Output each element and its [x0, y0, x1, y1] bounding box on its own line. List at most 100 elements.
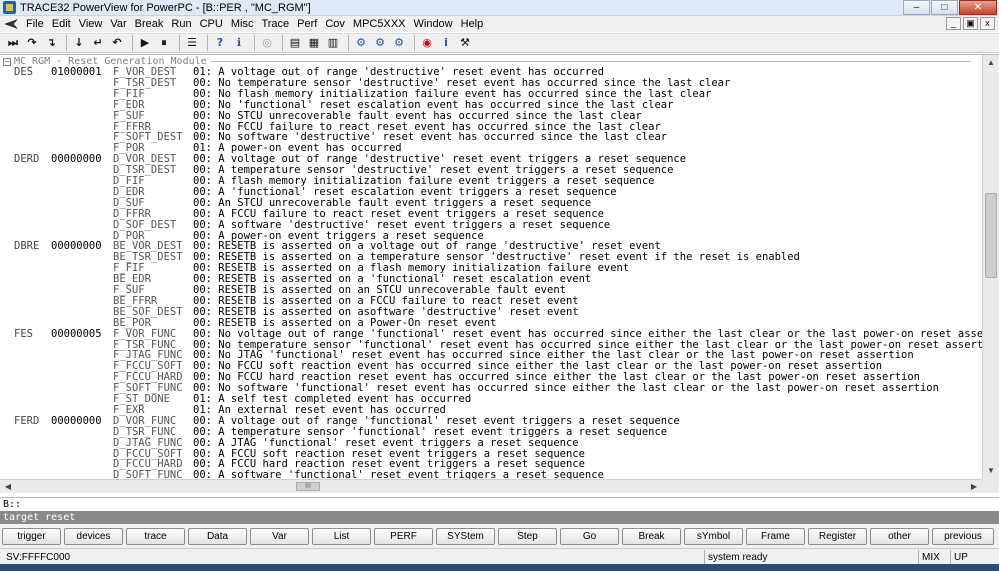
scroll-up-icon[interactable]: ▲ [983, 55, 999, 71]
up-level-icon[interactable]: ↶ [109, 35, 125, 51]
register-row[interactable]: F_ST_DONE 01: A self test completed event… [0, 394, 982, 405]
toolbar-separator [348, 35, 349, 51]
softkey-system[interactable]: SYStem [436, 528, 495, 545]
list-icon[interactable]: ☰ [184, 35, 200, 51]
taskbar-edge [0, 564, 999, 571]
menu-perf[interactable]: Perf [293, 16, 321, 32]
stop-icon[interactable]: ◉ [419, 35, 435, 51]
step-over-icon[interactable]: ↷ [24, 35, 40, 51]
softkey-list[interactable]: List [312, 528, 371, 545]
softkey-step[interactable]: Step [498, 528, 557, 545]
menu-trace[interactable]: Trace [257, 16, 293, 32]
close-button[interactable]: ✕ [959, 0, 997, 15]
disabled-icon[interactable]: ◎ [259, 35, 275, 51]
scroll-left-icon[interactable]: ◀ [0, 480, 16, 493]
title-bar[interactable]: TRACE32 PowerView for PowerPC - [B::PER … [0, 0, 999, 16]
collapse-icon[interactable]: − [3, 57, 11, 66]
menu-window[interactable]: Window [410, 16, 457, 32]
softkey-perf[interactable]: PERF [374, 528, 433, 545]
register-icon[interactable]: ▤ [287, 35, 303, 51]
menu-var[interactable]: Var [106, 16, 130, 32]
status-mode: MIX [918, 550, 950, 564]
settings-icon[interactable]: ⚒ [457, 35, 473, 51]
field-description[interactable]: 00: No voltage out of range 'functional'… [193, 328, 982, 340]
go-icon[interactable]: ▶ [137, 35, 153, 51]
mdi-restore-button[interactable]: ▣ [963, 17, 978, 30]
field-description[interactable]: 00: A software 'destructive' reset event… [193, 219, 610, 231]
softkey-other[interactable]: other [870, 528, 929, 545]
peripheral-icon[interactable]: ▥ [325, 35, 341, 51]
register-name: DES [14, 66, 33, 78]
register-value[interactable]: 00000000 [51, 154, 102, 165]
field-description[interactable]: 00: No STCU unrecoverable fault event ha… [193, 110, 642, 122]
menu-view[interactable]: View [75, 16, 107, 32]
vertical-scrollbar[interactable]: ▲ ▼ [982, 55, 999, 479]
system-menu-icon[interactable] [4, 19, 18, 29]
softkey-var[interactable]: Var [250, 528, 309, 545]
softkey-frame[interactable]: Frame [746, 528, 805, 545]
info-person-icon[interactable]: i [438, 35, 454, 51]
mdi-close-button[interactable]: x [980, 17, 995, 30]
menu-file[interactable]: File [22, 16, 48, 32]
register-value[interactable]: 00000005 [51, 328, 102, 340]
vertical-scroll-thumb[interactable] [985, 193, 997, 278]
command-hint: target reset [0, 511, 999, 524]
status-address: SV:FFFFC000 [6, 552, 71, 563]
register-value[interactable]: 01000001 [51, 67, 102, 78]
softkey-data[interactable]: Data [188, 528, 247, 545]
field-description[interactable]: 00: A software 'functional' reset event … [193, 470, 604, 479]
help-icon[interactable]: ? [212, 35, 228, 51]
status-direction: UP [950, 550, 999, 564]
menu-break[interactable]: Break [131, 16, 168, 32]
softkey-symbol[interactable]: sYmbol [684, 528, 743, 545]
register-view[interactable]: − MC_RGM - Reset Generation Module DES 01… [0, 55, 982, 479]
menu-run[interactable]: Run [167, 16, 195, 32]
info-icon[interactable]: ℹ [231, 35, 247, 51]
step-into-icon[interactable]: ⏭ [5, 35, 21, 51]
field-description[interactable]: 00: A JTAG 'functional' reset event trig… [193, 437, 579, 449]
menu-cov[interactable]: Cov [321, 16, 349, 32]
softkey-break[interactable]: Break [622, 528, 681, 545]
register-name: FERD [14, 414, 40, 427]
menu-mpc5xxx[interactable]: MPC5XXX [349, 16, 410, 32]
register-value[interactable]: 00000000 [51, 415, 102, 427]
scroll-down-icon[interactable]: ▼ [983, 463, 999, 479]
register-row[interactable]: D_SOFT_FUNC 00: A software 'functional' r… [0, 470, 982, 479]
softkey-trigger[interactable]: trigger [2, 528, 61, 545]
register-row[interactable]: F_SOFT_DEST 00: No software 'destructive'… [0, 132, 982, 143]
field-name: D_JTAG_FUNC [113, 436, 183, 449]
register-row[interactable]: F_SUF 00: No STCU unrecoverable fault eve… [0, 110, 982, 122]
peripheral-window[interactable]: − MC_RGM - Reset Generation Module DES 01… [0, 54, 999, 493]
break-icon[interactable]: ⏸ [156, 35, 172, 51]
memory-icon[interactable]: ▦ [306, 35, 322, 51]
register-row[interactable]: D_JTAG_FUNC 00: A JTAG 'functional' reset… [0, 436, 982, 449]
scrollbar-corner [982, 479, 999, 493]
register-row[interactable]: FES 00000005 F_VOR_FUNC 00: No voltage out … [0, 328, 982, 340]
symbol-icon[interactable]: ⚙ [391, 35, 407, 51]
softkey-bar: trigger devices trace Data Var List PERF… [0, 524, 999, 548]
softkey-trace[interactable]: trace [126, 528, 185, 545]
trace-config-icon[interactable]: ⚙ [372, 35, 388, 51]
register-row[interactable]: D_SOF_DEST 00: A software 'destructive' r… [0, 219, 982, 231]
softkey-register[interactable]: Register [808, 528, 867, 545]
softkey-previous[interactable]: previous [932, 528, 994, 545]
return-icon[interactable]: ↵ [90, 35, 106, 51]
minimize-button[interactable]: – [903, 0, 930, 15]
header-rule [210, 61, 971, 62]
register-value[interactable]: 00000000 [51, 241, 102, 252]
maximize-button[interactable]: □ [931, 0, 958, 15]
mdi-minimize-button[interactable]: _ [946, 17, 961, 30]
scroll-right-icon[interactable]: ▶ [966, 480, 982, 493]
step-icon[interactable]: ↴ [43, 35, 59, 51]
softkey-devices[interactable]: devices [64, 528, 123, 545]
menu-edit[interactable]: Edit [48, 16, 75, 32]
horizontal-scrollbar[interactable]: ◀ III ▶ [0, 479, 982, 493]
softkey-go[interactable]: Go [560, 528, 619, 545]
debug-config-icon[interactable]: ⚙ [353, 35, 369, 51]
menu-misc[interactable]: Misc [227, 16, 258, 32]
horizontal-scroll-thumb[interactable]: III [296, 482, 320, 491]
down-arrow-icon[interactable]: ↓ [71, 35, 87, 51]
command-input[interactable]: B:: [0, 497, 999, 511]
menu-cpu[interactable]: CPU [196, 16, 227, 32]
menu-help[interactable]: Help [457, 16, 488, 32]
